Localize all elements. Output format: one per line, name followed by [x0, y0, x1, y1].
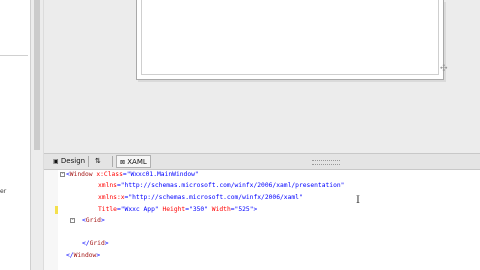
code-line-1: <Window x:Class="Wxxc01.MainWindow" [66, 171, 199, 178]
tab-design-label: Design [60, 157, 86, 165]
code-line-4: Title="Wxxc App" Height="350" Width="525… [98, 206, 258, 213]
left-scrollbar-thumb[interactable] [34, 0, 40, 150]
text-cursor-icon: I [356, 195, 360, 206]
tab-divider [88, 156, 89, 167]
editor-margin [44, 170, 58, 270]
tab-design[interactable]: ▣ Design [50, 155, 88, 168]
window-preview[interactable] [136, 0, 444, 80]
resize-handle-icon[interactable]: ✣ [440, 64, 448, 74]
tab-xaml[interactable]: ⊠ XAML [116, 155, 151, 168]
code-line-6: </Grid> [82, 240, 109, 247]
code-line-3: xmlns:x="http://schemas.microsoft.com/wi… [98, 194, 303, 201]
collapse-icon[interactable]: - [70, 218, 75, 223]
xaml-editor[interactable]: - <Window x:Class="Wxxc01.MainWindow" xm… [44, 170, 480, 270]
window-client-area [141, 0, 439, 75]
tab-divider [112, 156, 113, 167]
left-panel-text: er [0, 188, 7, 195]
xaml-icon: ⊠ [120, 159, 126, 166]
swap-panes-icon: ⇅ [95, 157, 101, 165]
code-line-5: <Grid> [82, 217, 105, 224]
design-surface[interactable]: ✣ [44, 0, 480, 153]
change-indicator [55, 206, 58, 214]
design-icon: ▣ [53, 158, 59, 165]
collapse-icon[interactable]: - [60, 172, 65, 177]
view-tabs-bar: ▣ Design ⇅ ⊠ XAML [44, 153, 480, 170]
left-tool-panel: er [0, 0, 30, 270]
left-panel-divider [0, 55, 28, 56]
code-line-2: xmlns="http://schemas.microsoft.com/winf… [98, 182, 345, 189]
pane-splitter-grip[interactable] [312, 160, 340, 165]
swap-panes-button[interactable]: ⇅ [92, 155, 104, 168]
code-line-7: </Window> [66, 252, 101, 259]
tab-xaml-label: XAML [127, 158, 147, 166]
